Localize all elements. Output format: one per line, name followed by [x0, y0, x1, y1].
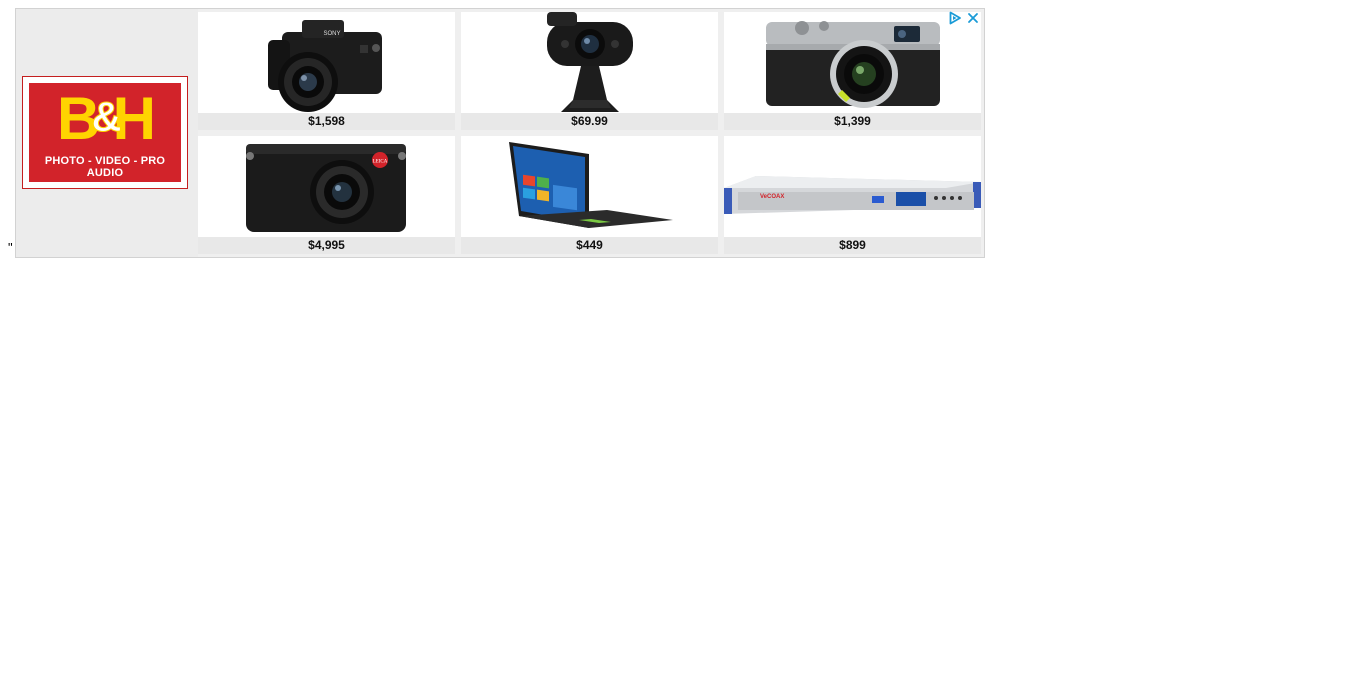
product-tile-4[interactable]: LEICA $4,995 [198, 136, 455, 254]
logo-tagline: PHOTO - VIDEO - PRO AUDIO [44, 155, 166, 179]
product-tile-2[interactable]: $69.99 [461, 12, 718, 130]
webcam-image [547, 12, 633, 112]
leica-brand-mark: LEICA [373, 160, 388, 165]
product-tile-3[interactable]: $1,399 [724, 12, 981, 130]
product-price-6: $899 [724, 237, 981, 254]
rackmount-video-processor-image: VeCOAX [724, 176, 981, 214]
product-tile-6[interactable]: VeCOAX $899 [724, 136, 981, 254]
stray-quote-text: " [8, 240, 13, 255]
product-price-2: $69.99 [461, 113, 718, 130]
product-price-5: $449 [461, 237, 718, 254]
product-price-1: $1,598 [198, 113, 455, 130]
logo-ampersand: & [91, 93, 122, 141]
leica-compact-camera-image: LEICA [246, 144, 406, 232]
product-tile-1[interactable]: SONY $1,598 [198, 12, 455, 130]
product-price-4: $4,995 [198, 237, 455, 254]
product-price-3: $1,399 [724, 113, 981, 130]
silver-rangefinder-camera-image [766, 21, 940, 108]
bh-logo[interactable]: B&H PHOTO - VIDEO - PRO AUDIO [22, 76, 188, 189]
close-icon[interactable] [966, 11, 980, 25]
vecoax-brand-mark: VeCOAX [760, 194, 784, 200]
ad-controls [948, 11, 980, 25]
product-tile-5[interactable]: $449 [461, 136, 718, 254]
sony-brand-mark: SONY [323, 31, 340, 37]
laptop-image [509, 142, 673, 228]
mirrorless-camera-sony-image: SONY [268, 20, 382, 112]
adchoices-play-icon[interactable] [948, 11, 962, 25]
display-ad-banner[interactable]: B&H PHOTO - VIDEO - PRO AUDIO SONY $1,59… [15, 8, 985, 258]
brand-panel[interactable]: B&H PHOTO - VIDEO - PRO AUDIO [16, 9, 198, 257]
